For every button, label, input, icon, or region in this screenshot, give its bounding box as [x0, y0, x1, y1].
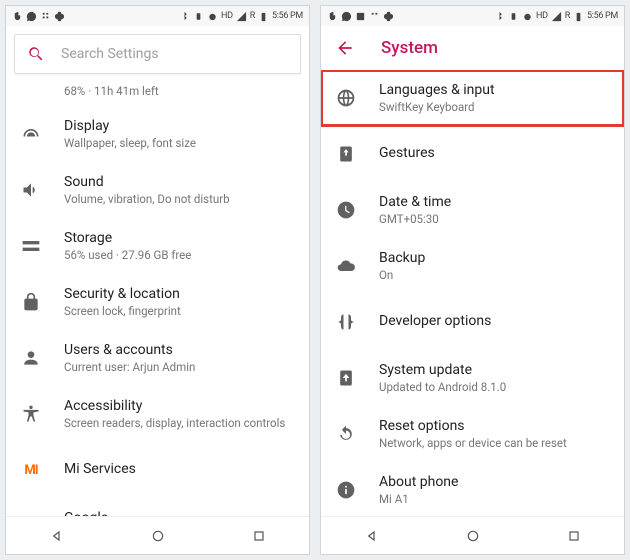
hand-icon [327, 11, 338, 22]
search-settings-bar[interactable]: Search Settings [14, 34, 301, 74]
settings-main-screen: HD R 5:56 PM Search Settings 68% · 11h 4… [5, 5, 310, 555]
row-display[interactable]: DisplayWallpaper, sleep, font size [6, 106, 309, 162]
recent-button[interactable] [566, 528, 582, 544]
back-button[interactable] [49, 528, 65, 544]
row-mi[interactable]: MIMi Services [6, 442, 309, 498]
page-title: System [381, 38, 438, 58]
bluetooth-icon [494, 11, 505, 22]
home-button[interactable] [150, 528, 166, 544]
users-icon [20, 348, 42, 368]
row-update[interactable]: System updateUpdated to Android 8.1.0 [321, 350, 624, 406]
row-storage[interactable]: Storage56% used · 27.96 GB free [6, 218, 309, 274]
battery-icon [258, 11, 269, 22]
globe-icon [335, 88, 357, 108]
back-arrow-icon[interactable] [335, 38, 355, 58]
alarm-icon [522, 11, 533, 22]
nav-bar [321, 516, 624, 554]
back-button[interactable] [364, 528, 380, 544]
app-icon [369, 11, 380, 22]
system-list: Languages & inputSwiftKey KeyboardGestur… [321, 70, 624, 516]
search-icon [27, 45, 45, 63]
status-bar: HD R 5:56 PM [321, 6, 624, 26]
row-clock[interactable]: Date & timeGMT+05:30 [321, 182, 624, 238]
row-globe[interactable]: Languages & inputSwiftKey Keyboard [321, 70, 624, 126]
hand-icon [12, 11, 23, 22]
alarm-icon [207, 11, 218, 22]
whatsapp-icon [26, 11, 37, 22]
nav-bar [6, 516, 309, 554]
gestures-icon [335, 144, 357, 164]
clock-text: 5:56 PM [587, 11, 618, 21]
info-icon [335, 480, 357, 500]
row-braces[interactable]: Developer options [321, 294, 624, 350]
battery-row-partial[interactable]: 68% · 11h 41m left [6, 82, 309, 106]
row-google[interactable]: GGoogleServices & preferences [6, 498, 309, 516]
reset-icon [335, 424, 357, 444]
search-placeholder: Search Settings [61, 46, 159, 62]
vibrate-icon [193, 11, 204, 22]
hd-indicator: HD [221, 11, 233, 21]
roaming-indicator: R [565, 11, 570, 21]
display-icon [20, 124, 42, 144]
clock-icon [335, 200, 357, 220]
app-icon [40, 11, 51, 22]
home-button[interactable] [465, 528, 481, 544]
signal-icon [551, 11, 562, 22]
accessibility-icon [20, 404, 42, 424]
whatsapp-icon [341, 11, 352, 22]
system-header: System [321, 26, 624, 70]
settings-list: DisplayWallpaper, sleep, font sizeSoundV… [6, 106, 309, 516]
roaming-indicator: R [250, 11, 255, 21]
sound-icon [20, 180, 42, 200]
row-gestures[interactable]: Gestures [321, 126, 624, 182]
security-icon [20, 292, 42, 312]
row-security[interactable]: Security & locationScreen lock, fingerpr… [6, 274, 309, 330]
row-cloud[interactable]: BackupOn [321, 238, 624, 294]
hd-indicator: HD [536, 11, 548, 21]
status-bar: HD R 5:56 PM [6, 6, 309, 26]
watch-icon [54, 11, 65, 22]
row-info[interactable]: About phoneMi A1 [321, 462, 624, 516]
storage-icon [20, 236, 42, 256]
battery-icon [573, 11, 584, 22]
watch-icon [383, 11, 394, 22]
image-icon [355, 11, 366, 22]
recent-button[interactable] [251, 528, 267, 544]
bluetooth-icon [179, 11, 190, 22]
system-settings-screen: HD R 5:56 PM System Languages & inputSwi… [320, 5, 625, 555]
clock-text: 5:56 PM [272, 11, 303, 21]
signal-icon [236, 11, 247, 22]
cloud-icon [335, 256, 357, 276]
mi-icon: MI [20, 463, 42, 478]
row-sound[interactable]: SoundVolume, vibration, Do not disturb [6, 162, 309, 218]
row-users[interactable]: Users & accountsCurrent user: Arjun Admi… [6, 330, 309, 386]
row-accessibility[interactable]: AccessibilityScreen readers, display, in… [6, 386, 309, 442]
row-reset[interactable]: Reset optionsNetwork, apps or device can… [321, 406, 624, 462]
update-icon [335, 368, 357, 388]
vibrate-icon [508, 11, 519, 22]
braces-icon [335, 312, 357, 332]
